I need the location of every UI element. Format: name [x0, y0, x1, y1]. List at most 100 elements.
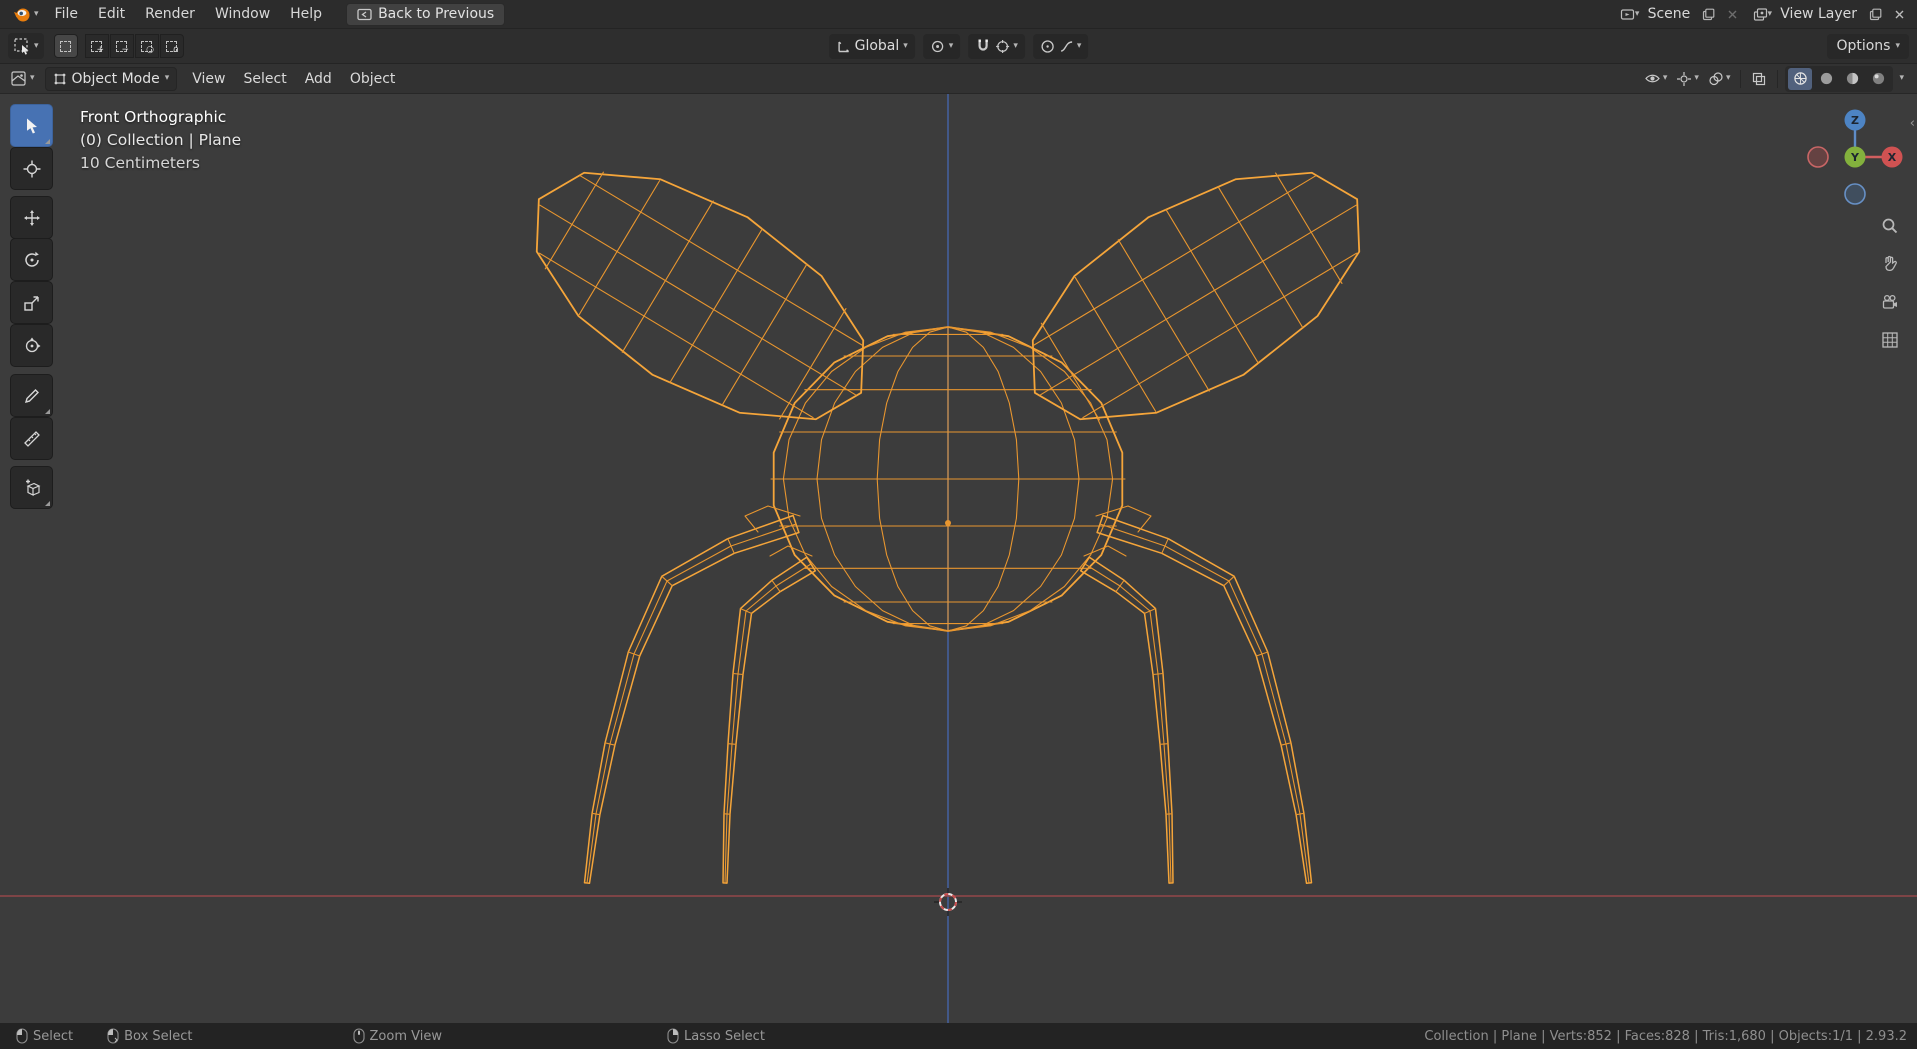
chevron-down-icon: ▾ — [948, 40, 954, 51]
select-mode-invert-button[interactable]: ○ — [134, 34, 159, 58]
menu-help[interactable]: Help — [280, 0, 332, 28]
measure-icon — [23, 430, 40, 447]
tool-cursor-button[interactable] — [10, 147, 53, 190]
select-subtract-icon: − — [116, 40, 129, 55]
chevron-down-icon: ▾ — [1694, 73, 1699, 83]
mode-dropdown[interactable]: Object Mode ▾ — [44, 66, 178, 91]
menu-render[interactable]: Render — [135, 0, 205, 28]
back-to-previous-button[interactable]: Back to Previous — [346, 2, 506, 26]
keymap-hint-lasso-select: Lasso Select — [667, 1028, 765, 1044]
move-icon — [23, 209, 40, 226]
select-mode-intersect-button[interactable]: ∩ — [159, 34, 184, 58]
menu-edit[interactable]: Edit — [88, 0, 135, 28]
camera-view-button[interactable] — [1876, 288, 1903, 315]
gizmo-x-negative-ball[interactable] — [1807, 146, 1829, 168]
select-set-icon — [60, 40, 72, 52]
snap-controls: ▾ — [968, 33, 1025, 59]
hint-label: Lasso Select — [683, 1028, 765, 1044]
add-view-layer-button[interactable] — [1865, 4, 1885, 24]
menu-add[interactable]: Add — [296, 64, 341, 93]
shading-material-button[interactable] — [1840, 68, 1864, 90]
blender-app-menu-button[interactable]: ▾ — [6, 0, 45, 28]
view-layer-name-field[interactable]: View Layer — [1776, 6, 1861, 22]
tool-settings-bar: ▾ + − ○ ∩ Global ▾ ▾ ▾ ▾ Options ▾ — [0, 29, 1917, 64]
sidebar-toggle-arrow[interactable]: ‹ — [1908, 114, 1917, 133]
toggle-orthographic-button[interactable] — [1876, 326, 1903, 353]
tool-measure-button[interactable] — [10, 417, 53, 460]
transform-settings-cluster: Global ▾ ▾ ▾ ▾ — [828, 29, 1089, 63]
tool-scale-button[interactable] — [10, 281, 53, 324]
shading-solid-button[interactable] — [1814, 68, 1838, 90]
menu-file[interactable]: File — [45, 0, 88, 28]
shading-wireframe-button[interactable] — [1788, 67, 1813, 90]
orientation-axes-icon — [837, 41, 849, 52]
xray-icon — [1753, 72, 1766, 85]
keymap-hint-box-select: Box Select — [107, 1028, 193, 1044]
gizmo-z-negative-ball[interactable] — [1844, 183, 1866, 205]
new-scene-button[interactable] — [1698, 4, 1718, 24]
pivot-point-dropdown[interactable]: ▾ — [922, 33, 961, 59]
browse-scene-button[interactable]: ▾ — [1620, 4, 1640, 24]
chevron-down-icon: ▾ — [1725, 73, 1731, 83]
pan-view-button[interactable] — [1876, 249, 1903, 276]
solid-shading-icon — [1820, 72, 1833, 85]
camera-icon — [1882, 294, 1897, 309]
chevron-down-icon: ▾ — [1899, 73, 1904, 83]
shading-options-dropdown[interactable]: ▾ — [1896, 67, 1907, 91]
object-visibility-dropdown[interactable]: ▾ — [1641, 67, 1671, 91]
menu-window[interactable]: Window — [205, 0, 280, 28]
tool-rotate-button[interactable] — [10, 238, 53, 281]
mouse-left-drag-icon — [107, 1028, 119, 1044]
orientation-label: Global — [854, 38, 900, 54]
viewport-editor-icon — [11, 71, 26, 86]
navigation-gizmo[interactable]: Z X Y — [1805, 107, 1905, 207]
scene-name-field[interactable]: Scene — [1644, 6, 1695, 22]
proportional-falloff-dropdown[interactable]: ▾ — [1059, 39, 1081, 54]
mouse-middle-button-icon — [352, 1028, 365, 1044]
chevron-down-icon: ▾ — [34, 40, 39, 51]
tool-transform-button[interactable] — [10, 324, 53, 367]
grid-icon — [1881, 331, 1898, 348]
falloff-curve-icon — [1060, 40, 1072, 52]
material-preview-icon — [1846, 72, 1859, 85]
view-layer-icon — [1753, 7, 1767, 21]
select-mode-subtract-button[interactable]: − — [109, 34, 134, 58]
tool-annotate-button[interactable] — [10, 374, 53, 417]
show-gizmo-dropdown[interactable]: ▾ — [1673, 67, 1702, 91]
show-overlays-dropdown[interactable]: ▾ — [1705, 67, 1734, 91]
3d-viewport-canvas[interactable] — [0, 64, 1917, 1023]
snap-toggle-button[interactable] — [975, 38, 991, 54]
select-mode-set-button[interactable] — [53, 34, 78, 58]
zoom-icon — [1882, 218, 1897, 233]
transform-orientation-dropdown[interactable]: Global ▾ — [828, 33, 915, 59]
proportional-edit-toggle[interactable] — [1040, 39, 1055, 54]
shading-rendered-button[interactable] — [1866, 68, 1890, 90]
gizmo-x-label: X — [1888, 151, 1897, 164]
separator — [1777, 69, 1779, 88]
remove-view-layer-button[interactable] — [1889, 4, 1909, 24]
select-mode-extend-button[interactable]: + — [84, 34, 109, 58]
pivot-point-icon — [931, 40, 943, 52]
select-cursor-icon — [26, 118, 37, 133]
snap-target-icon — [996, 39, 1010, 53]
tool-add-cube-button[interactable] — [10, 466, 53, 509]
snap-settings-dropdown[interactable]: ▾ — [995, 39, 1018, 54]
editor-type-dropdown[interactable]: ▾ — [6, 67, 39, 91]
separator — [1740, 69, 1742, 88]
menu-select[interactable]: Select — [235, 64, 296, 93]
delete-scene-button[interactable] — [1722, 4, 1742, 24]
toggle-xray-button[interactable] — [1748, 67, 1770, 91]
browse-view-layer-button[interactable]: ▾ — [1752, 4, 1772, 24]
wireframe-shading-icon — [1794, 72, 1807, 85]
tool-select-box-button[interactable] — [10, 104, 53, 147]
menu-object[interactable]: Object — [341, 64, 405, 93]
select-mode-group: + − ○ ∩ — [53, 34, 184, 58]
menu-view[interactable]: View — [183, 64, 234, 93]
zoom-view-button[interactable] — [1876, 212, 1903, 239]
proportional-edit-controls: ▾ — [1032, 33, 1089, 59]
scale-icon — [23, 295, 39, 311]
back-icon — [357, 8, 372, 20]
active-tool-dropdown[interactable]: ▾ — [8, 33, 44, 59]
tool-move-button[interactable] — [10, 196, 53, 239]
options-dropdown[interactable]: Options ▾ — [1827, 33, 1909, 59]
